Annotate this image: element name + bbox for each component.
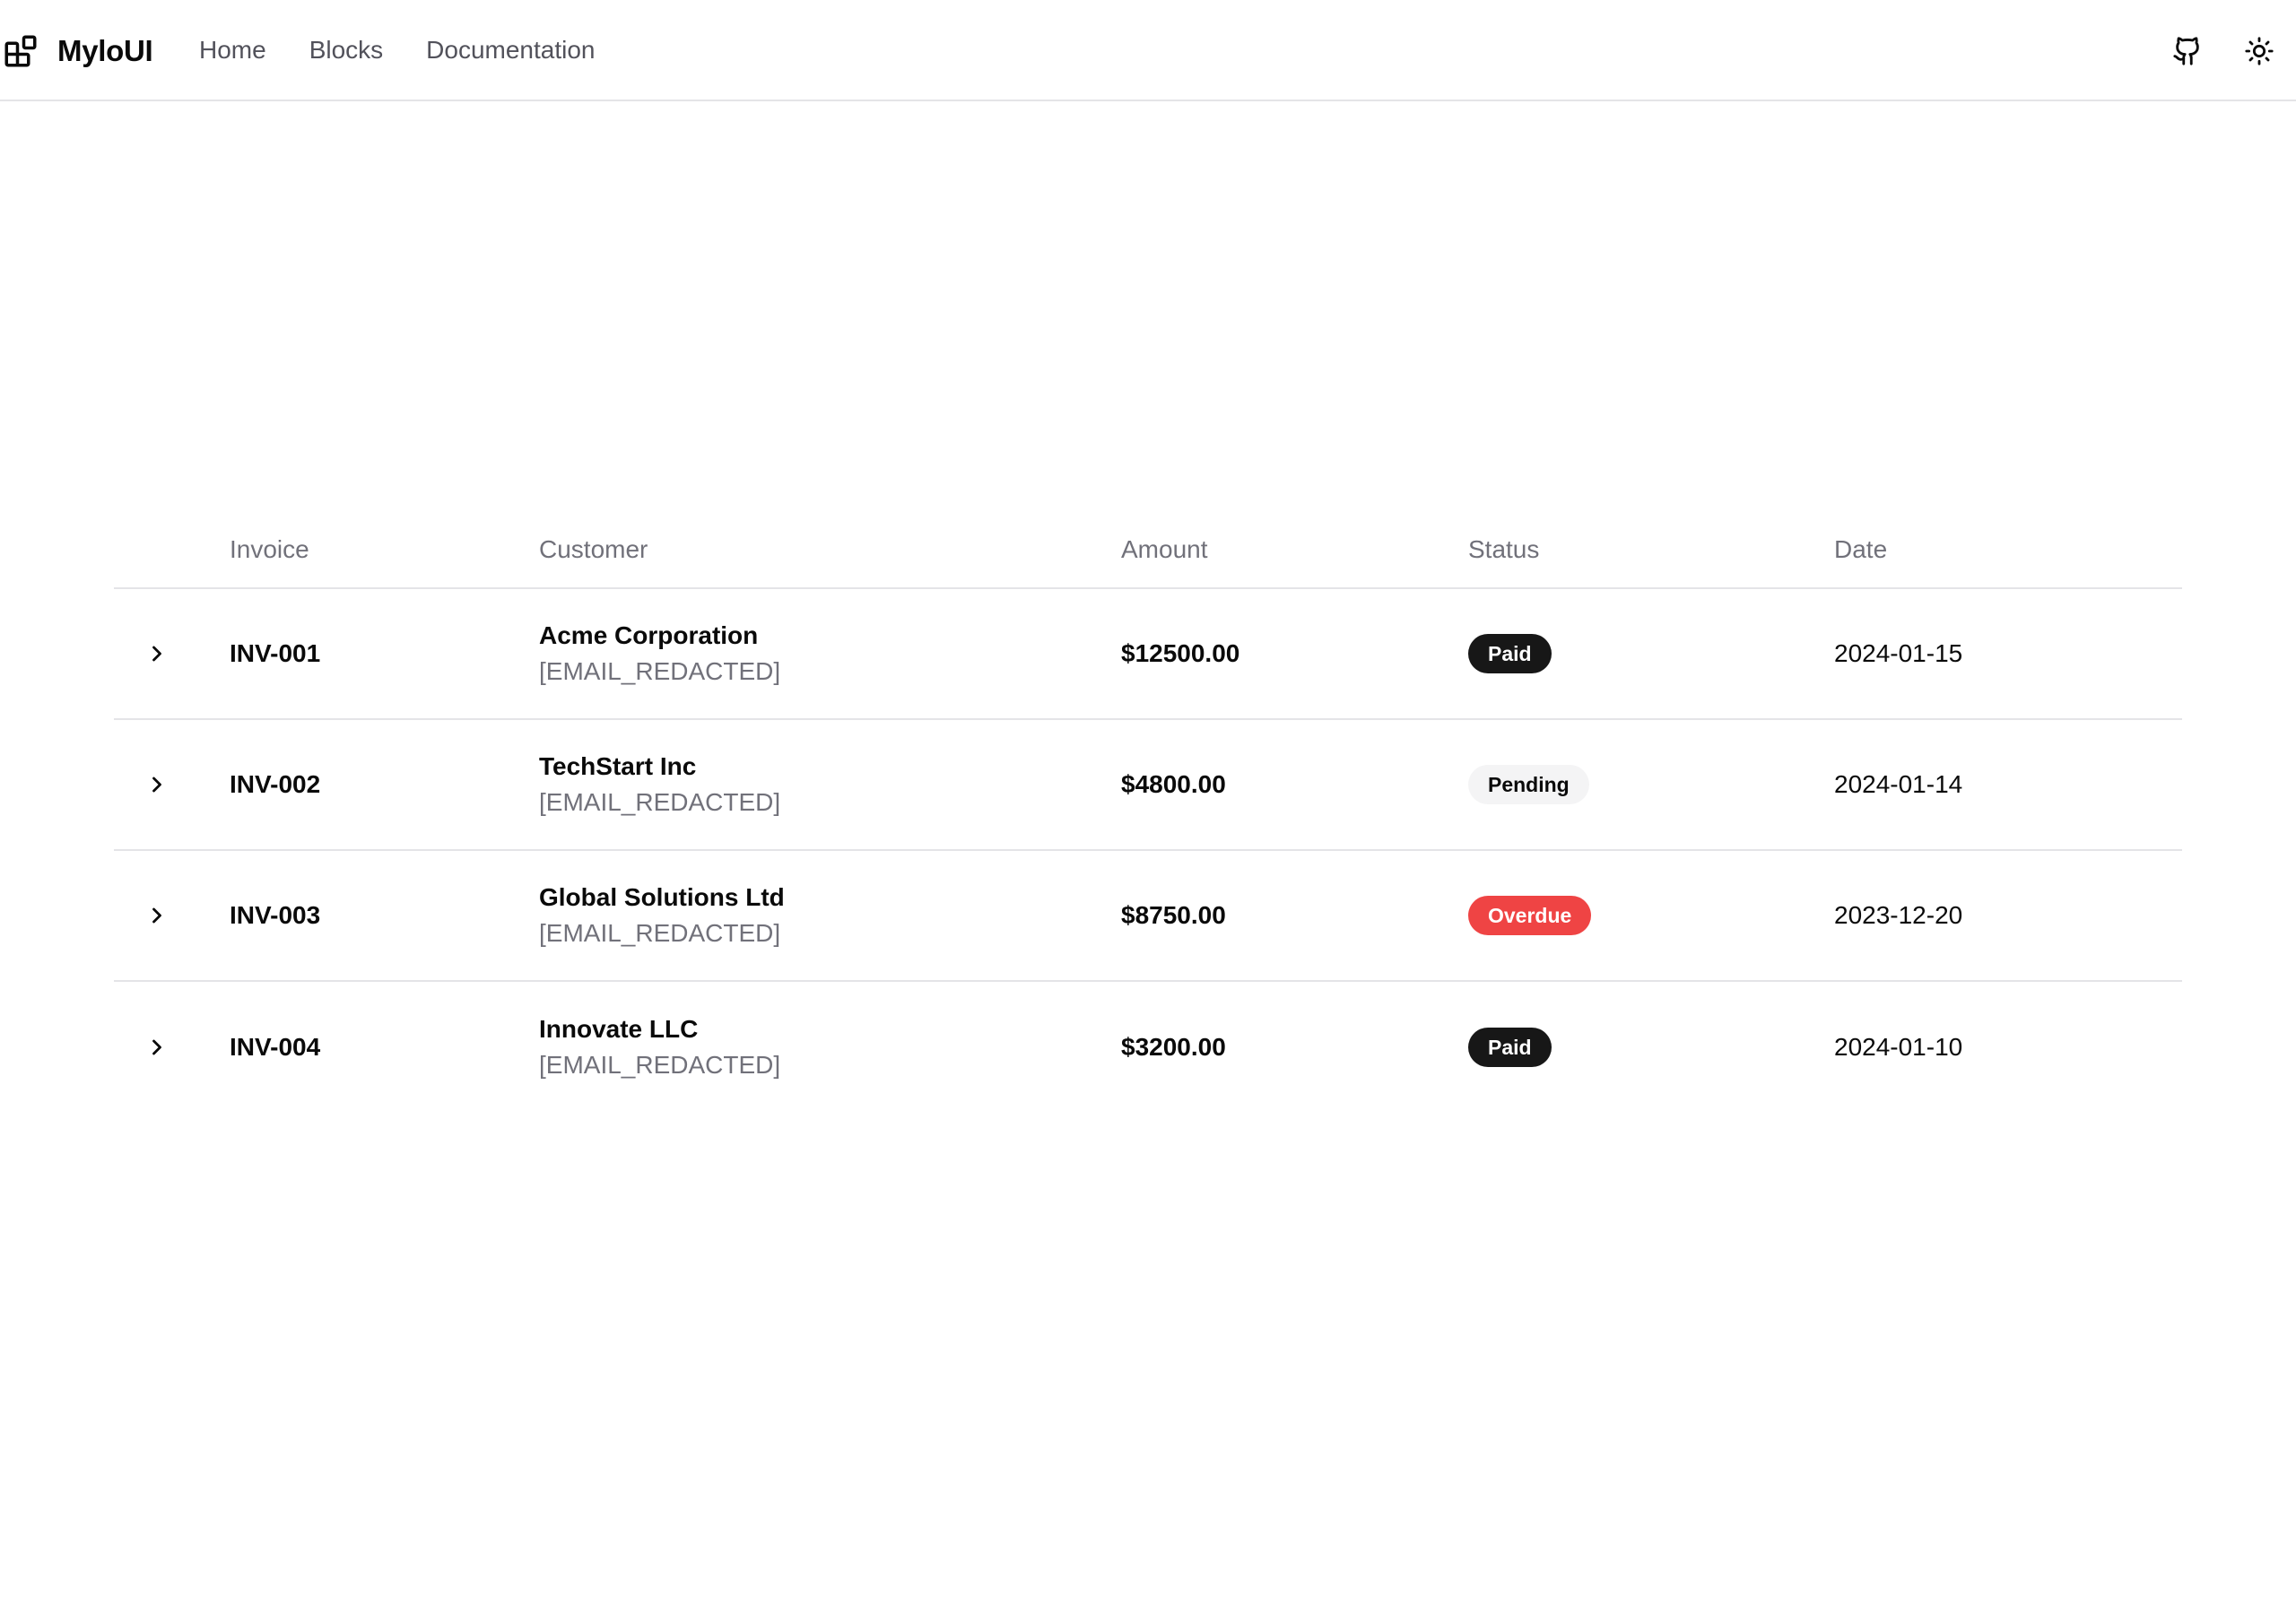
table-row[interactable]: INV-002 TechStart Inc [EMAIL_REDACTED] $4… — [114, 719, 2182, 850]
invoice-column-header: Invoice — [230, 534, 309, 563]
table-row[interactable]: INV-004 Innovate LLC [EMAIL_REDACTED] $32… — [114, 981, 2182, 1112]
status-badge: Overdue — [1468, 896, 1592, 935]
customer-email: [EMAIL_REDACTED] — [539, 657, 781, 685]
expand-row-button[interactable] — [130, 758, 184, 811]
github-icon — [2173, 37, 2199, 65]
invoice-table: Invoice Customer Amount Status Date INV-… — [114, 511, 2182, 1112]
status-badge: Paid — [1468, 634, 1552, 673]
customer-email: [EMAIL_REDACTED] — [539, 919, 781, 947]
invoice-amount: $12500.00 — [1121, 639, 1240, 667]
customer-email: [EMAIL_REDACTED] — [539, 1050, 781, 1079]
expand-column-header — [114, 511, 230, 588]
chevron-right-icon — [152, 646, 161, 662]
blocks-logo-icon — [4, 35, 37, 67]
expand-row-button[interactable] — [130, 1020, 184, 1074]
invoice-amount: $8750.00 — [1121, 901, 1226, 929]
expand-row-button[interactable] — [130, 627, 184, 681]
invoice-date: 2023-12-20 — [1834, 901, 1963, 929]
chevron-right-icon — [152, 777, 161, 793]
amount-column-header: Amount — [1121, 534, 1208, 563]
customer-name: Global Solutions Ltd — [539, 883, 785, 911]
table-row[interactable]: INV-001 Acme Corporation [EMAIL_REDACTED]… — [114, 588, 2182, 719]
expand-row-button[interactable] — [130, 889, 184, 942]
invoice-date: 2024-01-14 — [1834, 770, 1963, 798]
nav-link-blocks[interactable]: Blocks — [309, 36, 383, 65]
chevron-right-icon — [152, 1039, 161, 1054]
invoice-id: INV-003 — [230, 901, 321, 929]
brand-logo-link[interactable]: MyloUI — [2, 31, 153, 71]
nav-link-documentation[interactable]: Documentation — [426, 36, 595, 65]
top-navbar: MyloUI Home Blocks Documentation — [0, 0, 2296, 101]
customer-name: TechStart Inc — [539, 752, 697, 780]
brand-name: MyloUI — [57, 34, 153, 67]
status-badge: Paid — [1468, 1027, 1552, 1067]
invoice-id: INV-002 — [230, 770, 321, 798]
invoice-date: 2024-01-10 — [1834, 1032, 1963, 1061]
sun-icon — [2245, 37, 2274, 65]
main-nav: Home Blocks Documentation — [199, 30, 639, 70]
customer-column-header: Customer — [539, 534, 648, 563]
date-column-header: Date — [1834, 534, 1888, 563]
customer-name: Innovate LLC — [539, 1014, 699, 1043]
invoice-table-container: Invoice Customer Amount Status Date INV-… — [114, 511, 2182, 1112]
invoice-amount: $3200.00 — [1121, 1032, 1226, 1061]
customer-name: Acme Corporation — [539, 621, 759, 649]
invoice-id: INV-001 — [230, 639, 321, 667]
status-column-header: Status — [1468, 534, 1540, 563]
invoice-date: 2024-01-15 — [1834, 639, 1963, 667]
invoice-id: INV-004 — [230, 1032, 321, 1061]
theme-toggle-button[interactable] — [2237, 29, 2282, 74]
github-button[interactable] — [2165, 29, 2210, 74]
invoice-amount: $4800.00 — [1121, 770, 1226, 798]
table-body: INV-001 Acme Corporation [EMAIL_REDACTED]… — [114, 588, 2182, 1112]
customer-email: [EMAIL_REDACTED] — [539, 788, 781, 816]
nav-link-home[interactable]: Home — [199, 36, 266, 65]
status-badge: Pending — [1468, 765, 1589, 804]
table-row[interactable]: INV-003 Global Solutions Ltd [EMAIL_REDAC… — [114, 850, 2182, 981]
chevron-right-icon — [152, 907, 161, 924]
table-header-row: Invoice Customer Amount Status Date — [114, 511, 2182, 588]
